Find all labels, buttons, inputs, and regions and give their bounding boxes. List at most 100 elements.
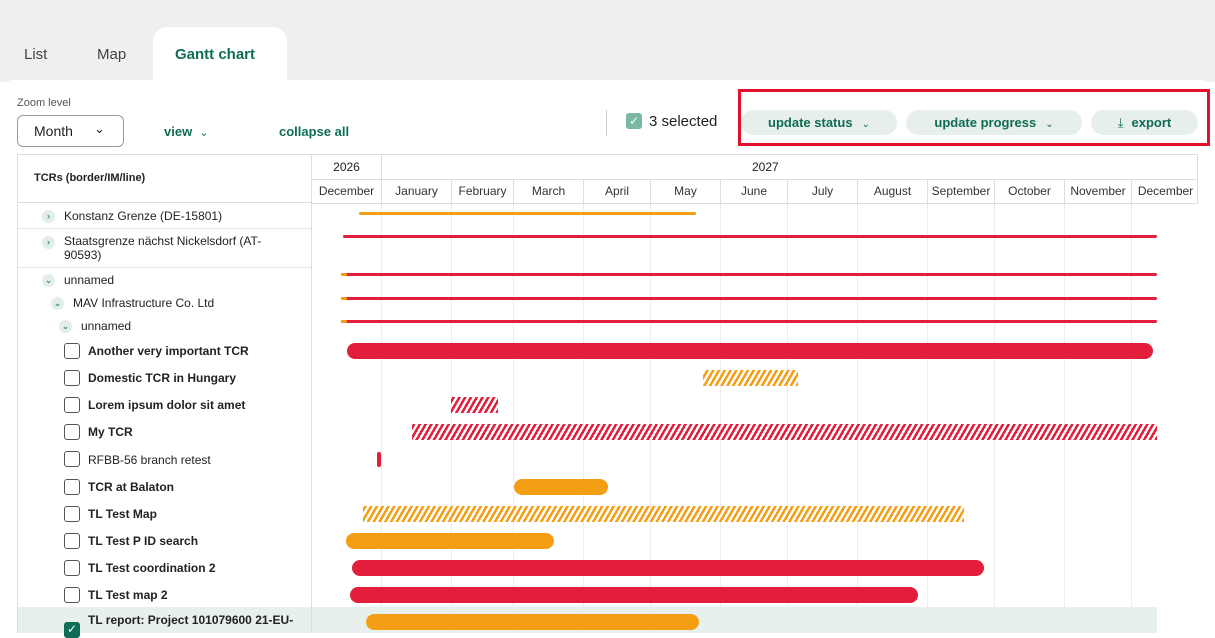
row-separator xyxy=(17,267,311,268)
row-label[interactable]: TL Test map 2 xyxy=(88,588,168,602)
gantt-bar-segment xyxy=(341,297,347,300)
zoom-level-label: Zoom level xyxy=(17,97,71,109)
month-label: September xyxy=(928,179,995,203)
gantt-bar[interactable] xyxy=(363,506,964,522)
month-label: March xyxy=(514,179,584,203)
gantt-bar[interactable] xyxy=(366,614,699,630)
gantt-bar[interactable] xyxy=(341,273,1157,276)
select-all-checkbox[interactable]: ✓ xyxy=(626,113,642,129)
row-label[interactable]: Konstanz Grenze (DE-15801) xyxy=(64,209,222,223)
month-label: December xyxy=(312,179,382,203)
row-label[interactable]: TL Test coordination 2 xyxy=(88,561,216,575)
chevron-right-icon[interactable]: › xyxy=(42,236,55,249)
month-label: April xyxy=(584,179,651,203)
gantt-bar[interactable] xyxy=(514,479,608,495)
row-label[interactable]: Staatsgrenze nächst Nickelsdorf (AT-9059… xyxy=(64,234,279,262)
year-label: 2026 xyxy=(312,155,382,179)
month-label: December xyxy=(1137,184,1194,198)
tab-map[interactable]: Map xyxy=(97,46,126,63)
row-label[interactable]: unnamed xyxy=(64,273,114,287)
row-checkbox[interactable] xyxy=(64,533,80,549)
view-label: view xyxy=(164,124,193,139)
row-checkbox[interactable] xyxy=(64,397,80,413)
zoom-level-select[interactable]: Month ⌄ xyxy=(17,115,124,147)
row-label[interactable]: TL Test P ID search xyxy=(88,534,198,548)
chevron-down-icon: ⌄ xyxy=(94,121,105,136)
chevron-down-icon[interactable]: ⌄ xyxy=(42,274,55,287)
years-header: 2026 2027 xyxy=(311,154,1198,180)
update-progress-label: update progress xyxy=(934,115,1037,130)
gantt-bar-segment xyxy=(341,320,347,323)
month-label: May xyxy=(651,179,721,203)
chevron-right-icon[interactable]: › xyxy=(42,210,55,223)
row-label[interactable]: My TCR xyxy=(88,425,133,439)
update-progress-button[interactable]: update progress ⌄ xyxy=(906,110,1082,135)
view-dropdown-button[interactable]: view ⌄ xyxy=(164,124,208,139)
gantt-bar[interactable] xyxy=(412,424,1157,440)
zoom-level-value: Month xyxy=(34,123,73,139)
tcr-column-header: TCRs (border/IM/line) xyxy=(17,154,311,203)
export-button[interactable]: ⤓ export xyxy=(1091,110,1198,135)
toolbar-divider xyxy=(606,110,607,136)
row-checkbox[interactable] xyxy=(64,506,80,522)
gantt-bar[interactable] xyxy=(343,235,1157,238)
grid-line xyxy=(1131,204,1132,633)
export-label: export xyxy=(1131,115,1172,130)
months-header: December January February March April Ma… xyxy=(311,179,1198,204)
chevron-down-icon: ⌄ xyxy=(199,127,209,139)
row-label[interactable]: Domestic TCR in Hungary xyxy=(88,371,236,385)
chevron-down-icon: ⌄ xyxy=(861,119,870,130)
row-checkbox[interactable] xyxy=(64,560,80,576)
month-label: February xyxy=(452,179,514,203)
row-label[interactable]: TL Test Map xyxy=(88,507,157,521)
chevron-down-icon[interactable]: ⌄ xyxy=(59,320,72,333)
row-checkbox[interactable]: ✓ xyxy=(64,622,80,638)
row-checkbox[interactable] xyxy=(64,370,80,386)
row-label[interactable]: TCR at Balaton xyxy=(88,480,174,494)
row-label[interactable]: Lorem ipsum dolor sit amet xyxy=(88,398,245,412)
tab-gantt-chart[interactable]: Gantt chart xyxy=(153,27,287,85)
row-checkbox[interactable] xyxy=(64,424,80,440)
gantt-bar[interactable] xyxy=(341,320,1157,323)
tab-list[interactable]: List xyxy=(24,46,47,63)
gantt-bar[interactable] xyxy=(359,212,696,215)
row-label[interactable]: RFBB-56 branch retest xyxy=(88,453,211,467)
update-status-label: update status xyxy=(768,115,853,130)
row-checkbox[interactable] xyxy=(64,479,80,495)
tab-gantt-chart-label: Gantt chart xyxy=(175,46,256,63)
selected-count: 3 selected xyxy=(649,113,718,130)
month-label: January xyxy=(382,179,452,203)
gantt-bar[interactable] xyxy=(451,397,498,413)
row-label[interactable]: TL report: Project 101079600 21-EU- xyxy=(88,613,293,627)
gantt-bar[interactable] xyxy=(377,452,381,467)
check-icon: ✓ xyxy=(628,114,640,128)
row-checkbox[interactable] xyxy=(64,451,80,467)
month-label: August xyxy=(858,179,928,203)
collapse-all-button[interactable]: collapse all xyxy=(279,124,349,139)
row-label[interactable]: Another very important TCR xyxy=(88,344,249,358)
gantt-bar[interactable] xyxy=(346,533,554,549)
grid-line xyxy=(1064,204,1065,633)
gantt-bar[interactable] xyxy=(341,297,1157,300)
grid-line xyxy=(994,204,995,633)
month-label: June xyxy=(721,179,788,203)
month-label: July xyxy=(788,179,858,203)
row-label[interactable]: unnamed xyxy=(81,319,131,333)
download-icon: ⤓ xyxy=(1117,115,1124,130)
gantt-bar[interactable] xyxy=(347,343,1153,359)
row-checkbox[interactable] xyxy=(64,343,80,359)
gantt-bar-segment xyxy=(341,273,347,276)
row-checkbox[interactable] xyxy=(64,587,80,603)
year-label: 2027 xyxy=(752,160,779,174)
update-status-button[interactable]: update status ⌄ xyxy=(741,110,897,135)
gantt-bar[interactable] xyxy=(703,370,798,386)
month-label: October xyxy=(995,179,1065,203)
row-separator xyxy=(17,228,311,229)
check-icon: ✓ xyxy=(66,622,78,636)
gantt-bar[interactable] xyxy=(352,560,984,576)
chevron-down-icon[interactable]: ⌄ xyxy=(51,297,64,310)
row-label[interactable]: MAV Infrastructure Co. Ltd xyxy=(73,296,214,310)
gantt-bar[interactable] xyxy=(350,587,918,603)
month-label: November xyxy=(1065,179,1132,203)
table-border xyxy=(17,204,18,633)
